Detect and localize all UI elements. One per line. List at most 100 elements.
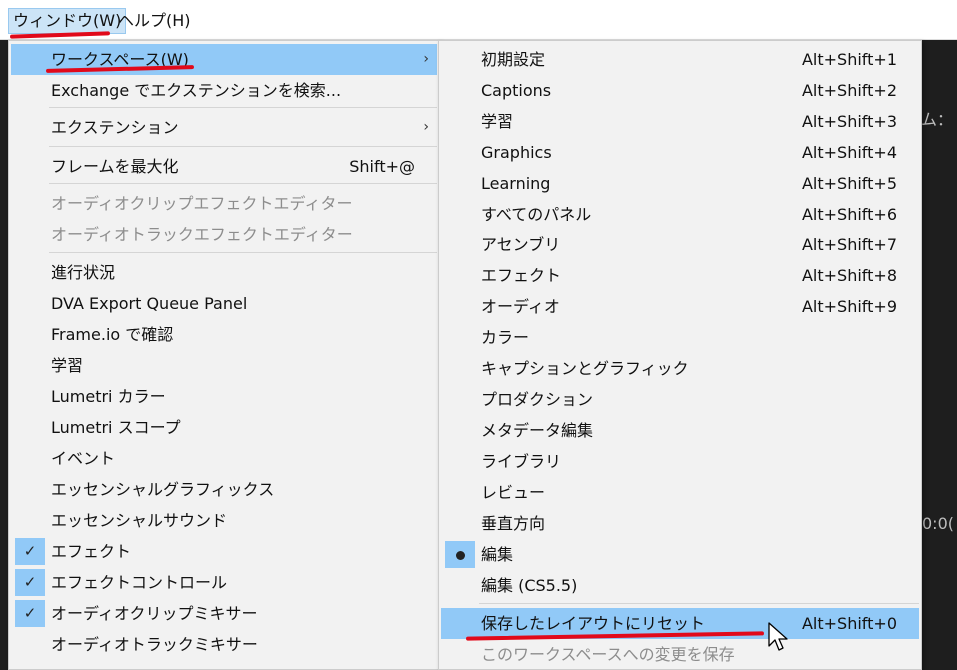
workspace-menu-item-9[interactable]: オーディオ Alt+Shift+9 bbox=[441, 291, 919, 322]
menu-item-label: オーディオ bbox=[481, 297, 560, 316]
menu-item-shortcut: Alt+Shift+9 bbox=[801, 297, 897, 316]
radio-dot-icon bbox=[445, 541, 475, 568]
window-menu-item-13[interactable]: イベント bbox=[11, 443, 437, 474]
workspace-menu-item-13[interactable]: メタデータ編集 bbox=[441, 415, 919, 446]
menu-item-label: 学習 bbox=[481, 112, 514, 131]
window-menu-item-6: オーディオトラックエフェクトエディター bbox=[11, 219, 437, 250]
window-menu-item-11[interactable]: Lumetri カラー bbox=[11, 381, 437, 412]
menu-item-label: Frame.io で確認 bbox=[51, 325, 174, 344]
workspace-menu-item-3[interactable]: 学習 Alt+Shift+3 bbox=[441, 106, 919, 137]
menu-item-label: 初期設定 bbox=[481, 50, 546, 69]
workspace-menu-item-10[interactable]: カラー bbox=[441, 322, 919, 353]
workspace-menu-item-7[interactable]: アセンブリ Alt+Shift+7 bbox=[441, 229, 919, 260]
checkmark-icon: ✓ bbox=[15, 600, 45, 627]
window-menu-item-16[interactable]: ✓ エフェクト bbox=[11, 536, 437, 567]
menu-item-label: Captions bbox=[481, 81, 552, 100]
menu-item-label: イベント bbox=[51, 449, 116, 468]
menu-item-label: オーディオトラックエフェクトエディター bbox=[51, 225, 353, 244]
menu-item-label: エクステンション bbox=[51, 118, 179, 137]
menu-window[interactable]: ウィンドウ(W) bbox=[8, 8, 127, 34]
workspace-menu-item-6[interactable]: すべてのパネル Alt+Shift+6 bbox=[441, 199, 919, 230]
menu-item-label: アセンブリ bbox=[481, 235, 561, 254]
menu-item-label: 進行状況 bbox=[51, 263, 116, 282]
menu-item-shortcut: Alt+Shift+5 bbox=[801, 174, 897, 193]
menu-separator bbox=[49, 252, 437, 253]
menu-item-label: Exchange でエクステンションを検索... bbox=[51, 81, 342, 100]
menu-item-label: 学習 bbox=[51, 356, 84, 375]
workspace-menu-item-1[interactable]: 初期設定 Alt+Shift+1 bbox=[441, 44, 919, 75]
workspace-menu-item-5[interactable]: Learning Alt+Shift+5 bbox=[441, 168, 919, 199]
menu-item-label: Graphics bbox=[481, 143, 552, 162]
menu-item-label: すべてのパネル bbox=[481, 205, 592, 224]
menu-separator bbox=[49, 107, 437, 108]
menu-item-shortcut: Alt+Shift+2 bbox=[801, 81, 897, 100]
workspace-menu-item-16[interactable]: 垂直方向 bbox=[441, 508, 919, 539]
menu-item-label: 編集 bbox=[481, 545, 514, 564]
workspace-submenu: 初期設定 Alt+Shift+1 Captions Alt+Shift+2 学習 Alt+… bbox=[438, 40, 922, 670]
menu-item-label: フレームを最大化 bbox=[51, 157, 179, 176]
workspace-menu-item-4[interactable]: Graphics Alt+Shift+4 bbox=[441, 137, 919, 168]
menu-item-shortcut: Shift+@ bbox=[349, 157, 415, 176]
menu-item-label: エフェクト bbox=[481, 266, 562, 285]
menu-separator bbox=[49, 146, 437, 147]
menu-item-shortcut: Alt+Shift+0 bbox=[801, 614, 897, 633]
workspace-menu-item-14[interactable]: ライブラリ bbox=[441, 446, 919, 477]
menu-item-label: エッセンシャルグラフィックス bbox=[51, 480, 275, 499]
workspace-menu-item-18[interactable]: 編集 (CS5.5) bbox=[441, 570, 919, 601]
window-menu-item-19[interactable]: オーディオトラックミキサー bbox=[11, 629, 437, 660]
window-menu-item-8[interactable]: DVA Export Queue Panel bbox=[11, 288, 437, 319]
workspace-menu-item-2[interactable]: Captions Alt+Shift+2 bbox=[441, 75, 919, 106]
menu-item-label: エッセンシャルサウンド bbox=[51, 511, 228, 530]
window-menu-item-7[interactable]: 進行状況 bbox=[11, 257, 437, 288]
menu-help[interactable]: ヘルプ(H) bbox=[114, 8, 195, 34]
menu-item-label: Lumetri カラー bbox=[51, 387, 166, 406]
menu-item-shortcut: Alt+Shift+3 bbox=[801, 112, 897, 131]
checkmark-icon: ✓ bbox=[15, 538, 45, 565]
menu-item-label: Lumetri スコープ bbox=[51, 418, 181, 437]
workspace-menu-item-20: このワークスペースへの変更を保存 bbox=[441, 639, 919, 670]
workspace-menu-item-12[interactable]: プロダクション bbox=[441, 384, 919, 415]
menu-item-shortcut: Alt+Shift+8 bbox=[801, 266, 897, 285]
menu-item-label: 垂直方向 bbox=[481, 514, 546, 533]
window-menu-item-2[interactable]: Exchange でエクステンションを検索... bbox=[11, 75, 437, 106]
menu-item-label: オーディオクリップエフェクトエディター bbox=[51, 194, 353, 213]
window-menu-item-18[interactable]: ✓ オーディオクリップミキサー bbox=[11, 598, 437, 629]
menu-item-label: オーディオトラックミキサー bbox=[51, 635, 258, 654]
menu-item-label: DVA Export Queue Panel bbox=[51, 294, 248, 313]
mouse-cursor-icon bbox=[768, 622, 788, 651]
window-menu-item-17[interactable]: ✓ エフェクトコントロール bbox=[11, 567, 437, 598]
menu-separator bbox=[49, 183, 437, 184]
menu-item-label: このワークスペースへの変更を保存 bbox=[481, 645, 735, 664]
workspace-menu-item-8[interactable]: エフェクト Alt+Shift+8 bbox=[441, 260, 919, 291]
menu-item-label: Learning bbox=[481, 174, 551, 193]
menu-item-label: キャプションとグラフィック bbox=[481, 359, 689, 378]
window-menu-item-15[interactable]: エッセンシャルサウンド bbox=[11, 505, 437, 536]
menu-item-shortcut: Alt+Shift+4 bbox=[801, 143, 897, 162]
menu-item-label: エフェクト bbox=[51, 542, 132, 561]
window-menu-item-5: オーディオクリップエフェクトエディター bbox=[11, 188, 437, 219]
menu-bar: ウィンドウ(W) ヘルプ(H) bbox=[0, 0, 957, 40]
checkmark-icon: ✓ bbox=[15, 569, 45, 596]
menu-item-label: カラー bbox=[481, 328, 530, 347]
menu-item-label: プロダクション bbox=[481, 390, 594, 409]
menu-item-shortcut: Alt+Shift+7 bbox=[801, 235, 897, 254]
background-label-fragment: ム： bbox=[921, 110, 954, 129]
background-timecode-fragment: 0:0( bbox=[922, 514, 954, 533]
menu-item-label: オーディオクリップミキサー bbox=[51, 604, 258, 623]
window-menu-item-12[interactable]: Lumetri スコープ bbox=[11, 412, 437, 443]
window-menu-item-9[interactable]: Frame.io で確認 bbox=[11, 319, 437, 350]
workspace-menu-item-17[interactable]: 編集 bbox=[441, 539, 919, 570]
menu-item-shortcut: Alt+Shift+6 bbox=[801, 205, 897, 224]
workspace-menu-item-15[interactable]: レビュー bbox=[441, 477, 919, 508]
menu-separator bbox=[479, 603, 919, 604]
window-menu-item-4[interactable]: フレームを最大化 Shift+@ bbox=[11, 151, 437, 182]
submenu-arrow-icon: › bbox=[423, 119, 429, 135]
window-menu-item-10[interactable]: 学習 bbox=[11, 350, 437, 381]
window-menu: ワークスペース(W) › Exchange でエクステンションを検索... エクステン… bbox=[8, 40, 440, 670]
menu-item-label: エフェクトコントロール bbox=[51, 573, 228, 592]
menu-item-label: 編集 (CS5.5) bbox=[481, 576, 578, 595]
workspace-menu-item-11[interactable]: キャプションとグラフィック bbox=[441, 353, 919, 384]
window-menu-item-14[interactable]: エッセンシャルグラフィックス bbox=[11, 474, 437, 505]
menu-item-label: メタデータ編集 bbox=[481, 421, 594, 440]
window-menu-item-3[interactable]: エクステンション › bbox=[11, 112, 437, 143]
